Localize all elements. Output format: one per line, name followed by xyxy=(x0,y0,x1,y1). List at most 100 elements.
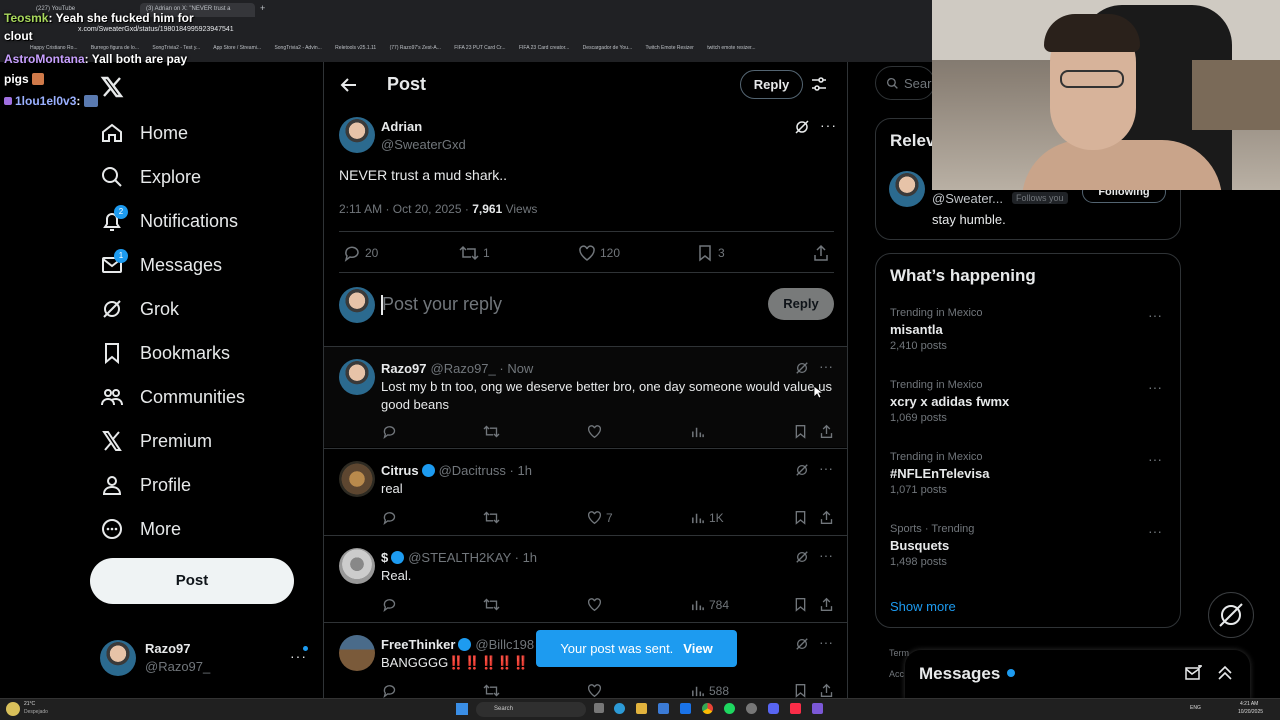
tweet-handle[interactable]: @SweaterGxd xyxy=(381,137,466,152)
discord-icon[interactable] xyxy=(768,703,779,714)
show-more-link[interactable]: Show more xyxy=(890,599,956,614)
sidebar-item-home[interactable]: Home xyxy=(100,115,188,151)
list-item[interactable]: $ @STEALTH2KAY · 1h ··· Real. xyxy=(324,536,847,621)
windows-start-icon[interactable] xyxy=(456,703,468,715)
repost-icon[interactable] xyxy=(483,683,504,698)
search-input[interactable]: Sear xyxy=(875,66,935,100)
trend-item[interactable]: Trending in Mexico misantla 2,410 posts … xyxy=(890,307,1170,352)
bookmark-item[interactable]: Reletools v25.1.11 xyxy=(335,45,376,51)
address-bar[interactable]: x.com/SweaterGxd/status/1980184995923947… xyxy=(60,26,920,38)
more-options-icon[interactable]: ··· xyxy=(1148,523,1162,539)
list-item[interactable]: Razo97 @Razo97_ · Now ··· Lost my b tn to… xyxy=(324,347,847,447)
reply-author[interactable]: Citrus xyxy=(381,463,419,478)
heart-icon[interactable] xyxy=(587,683,606,698)
messages-drawer[interactable]: Messages xyxy=(905,650,1250,700)
sidebar-item-notifications[interactable]: 2 Notifications xyxy=(100,203,238,239)
like-action[interactable]: 120 xyxy=(578,244,620,262)
list-item[interactable]: Citrus @Dacitruss · 1h ··· real xyxy=(324,449,847,534)
analytics-icon[interactable] xyxy=(690,424,709,439)
grok-icon[interactable] xyxy=(795,361,809,375)
back-arrow-icon[interactable] xyxy=(340,76,358,94)
analytics-action[interactable]: 1K xyxy=(690,510,724,525)
bookmark-item[interactable]: SongTrivia2 - Advin... xyxy=(274,45,321,51)
toast-view-link[interactable]: View xyxy=(683,641,712,656)
trend-item[interactable]: Sports · Trending Busquets 1,498 posts ·… xyxy=(890,523,1170,568)
chrome-icon[interactable] xyxy=(702,703,713,714)
bookmark-item[interactable]: FIFA 23 PUT Card Cr... xyxy=(454,45,505,51)
analytics-action[interactable]: 784 xyxy=(690,597,729,612)
bookmark-icon[interactable] xyxy=(793,510,812,525)
grok-icon[interactable] xyxy=(795,463,809,477)
relevant-handle[interactable]: @Sweater... xyxy=(932,191,1003,206)
avatar[interactable] xyxy=(339,548,375,584)
reply-icon[interactable] xyxy=(382,597,401,612)
bookmark-icon[interactable] xyxy=(793,597,812,612)
trend-item[interactable]: Trending in Mexico #NFLEnTelevisa 1,071 … xyxy=(890,451,1170,496)
more-options-icon[interactable]: ··· xyxy=(1148,379,1162,395)
analytics-action[interactable]: 588 xyxy=(690,683,729,698)
share-icon[interactable] xyxy=(812,244,834,262)
bookmark-item[interactable]: FIFA 23 Card creator... xyxy=(519,45,569,51)
repost-icon[interactable] xyxy=(483,424,504,439)
avatar[interactable] xyxy=(339,359,375,395)
avatar[interactable] xyxy=(339,461,375,497)
repost-action[interactable]: 1 xyxy=(459,244,490,262)
new-message-icon[interactable] xyxy=(1185,665,1202,681)
bookmark-item[interactable]: Descargador de You... xyxy=(583,45,632,51)
share-icon[interactable] xyxy=(819,424,838,439)
chevron-up-icon[interactable] xyxy=(1217,665,1233,681)
bookmark-item[interactable]: Happy Cristiano Ro... xyxy=(30,45,78,51)
more-options-icon[interactable]: ··· xyxy=(1148,307,1162,323)
mail-app-icon[interactable] xyxy=(680,703,691,714)
heart-icon[interactable] xyxy=(587,424,606,439)
more-options-icon[interactable]: ··· xyxy=(1148,451,1162,467)
reply-author[interactable]: Razo97 xyxy=(381,361,427,376)
bookmark-item[interactable]: twitch emote resizer... xyxy=(707,45,755,51)
more-options-icon[interactable]: ··· xyxy=(819,547,833,563)
more-options-icon[interactable]: ··· xyxy=(819,358,833,374)
bookmark-icon[interactable] xyxy=(793,424,812,439)
clock-date[interactable]: 10/20/2025 xyxy=(1238,709,1263,715)
more-options-icon[interactable]: ··· xyxy=(820,117,837,133)
reply-submit-button[interactable]: Reply xyxy=(768,288,834,320)
avatar[interactable] xyxy=(339,117,375,153)
reply-icon[interactable] xyxy=(382,424,401,439)
reply-author[interactable]: FreeThinker xyxy=(381,637,455,652)
more-options-icon[interactable]: ··· xyxy=(819,460,833,476)
reply-handle[interactable]: @Billc198 xyxy=(475,637,534,652)
bookmark-item[interactable]: Twitch Emote Resizer xyxy=(645,45,693,51)
x-logo-icon[interactable] xyxy=(100,75,124,99)
sidebar-item-grok[interactable]: Grok xyxy=(100,291,179,327)
sidebar-item-messages[interactable]: 1 Messages xyxy=(100,247,222,283)
edge-icon[interactable] xyxy=(614,703,625,714)
reply-icon[interactable] xyxy=(382,683,401,698)
reply-input[interactable]: Post your reply xyxy=(382,294,502,315)
music-icon[interactable] xyxy=(790,703,801,714)
repost-icon[interactable] xyxy=(483,510,504,525)
reply-icon[interactable] xyxy=(382,510,401,525)
clock-time[interactable]: 4:21 AM xyxy=(1240,701,1258,707)
like-action[interactable]: 7 xyxy=(587,510,613,525)
app-icon[interactable] xyxy=(812,703,823,714)
avatar[interactable] xyxy=(889,171,925,207)
reply-handle[interactable]: @Dacitruss · 1h xyxy=(439,463,532,478)
share-icon[interactable] xyxy=(819,510,838,525)
taskbar-search[interactable]: Search xyxy=(476,702,586,717)
file-explorer-icon[interactable] xyxy=(636,703,647,714)
spotify-icon[interactable] xyxy=(724,703,735,714)
task-view-icon[interactable] xyxy=(594,703,604,713)
heart-icon[interactable] xyxy=(587,597,606,612)
reply-handle[interactable]: @STEALTH2KAY · 1h xyxy=(408,550,537,565)
grok-icon[interactable] xyxy=(795,550,809,564)
bookmark-action[interactable]: 3 xyxy=(696,244,725,262)
sidebar-item-explore[interactable]: Explore xyxy=(100,159,201,195)
share-icon[interactable] xyxy=(819,597,838,612)
reply-action[interactable]: 20 xyxy=(343,244,378,262)
bookmark-item[interactable]: Burrego figura de lo... xyxy=(91,45,139,51)
settings-sliders-icon[interactable] xyxy=(811,76,827,92)
tweet-author[interactable]: Adrian xyxy=(381,119,422,134)
bookmark-icon[interactable] xyxy=(793,683,812,698)
bookmark-item[interactable]: (77) Razo97's Zest-A... xyxy=(390,45,441,51)
obs-icon[interactable] xyxy=(746,703,757,714)
footer-link[interactable]: Acc xyxy=(889,669,904,679)
